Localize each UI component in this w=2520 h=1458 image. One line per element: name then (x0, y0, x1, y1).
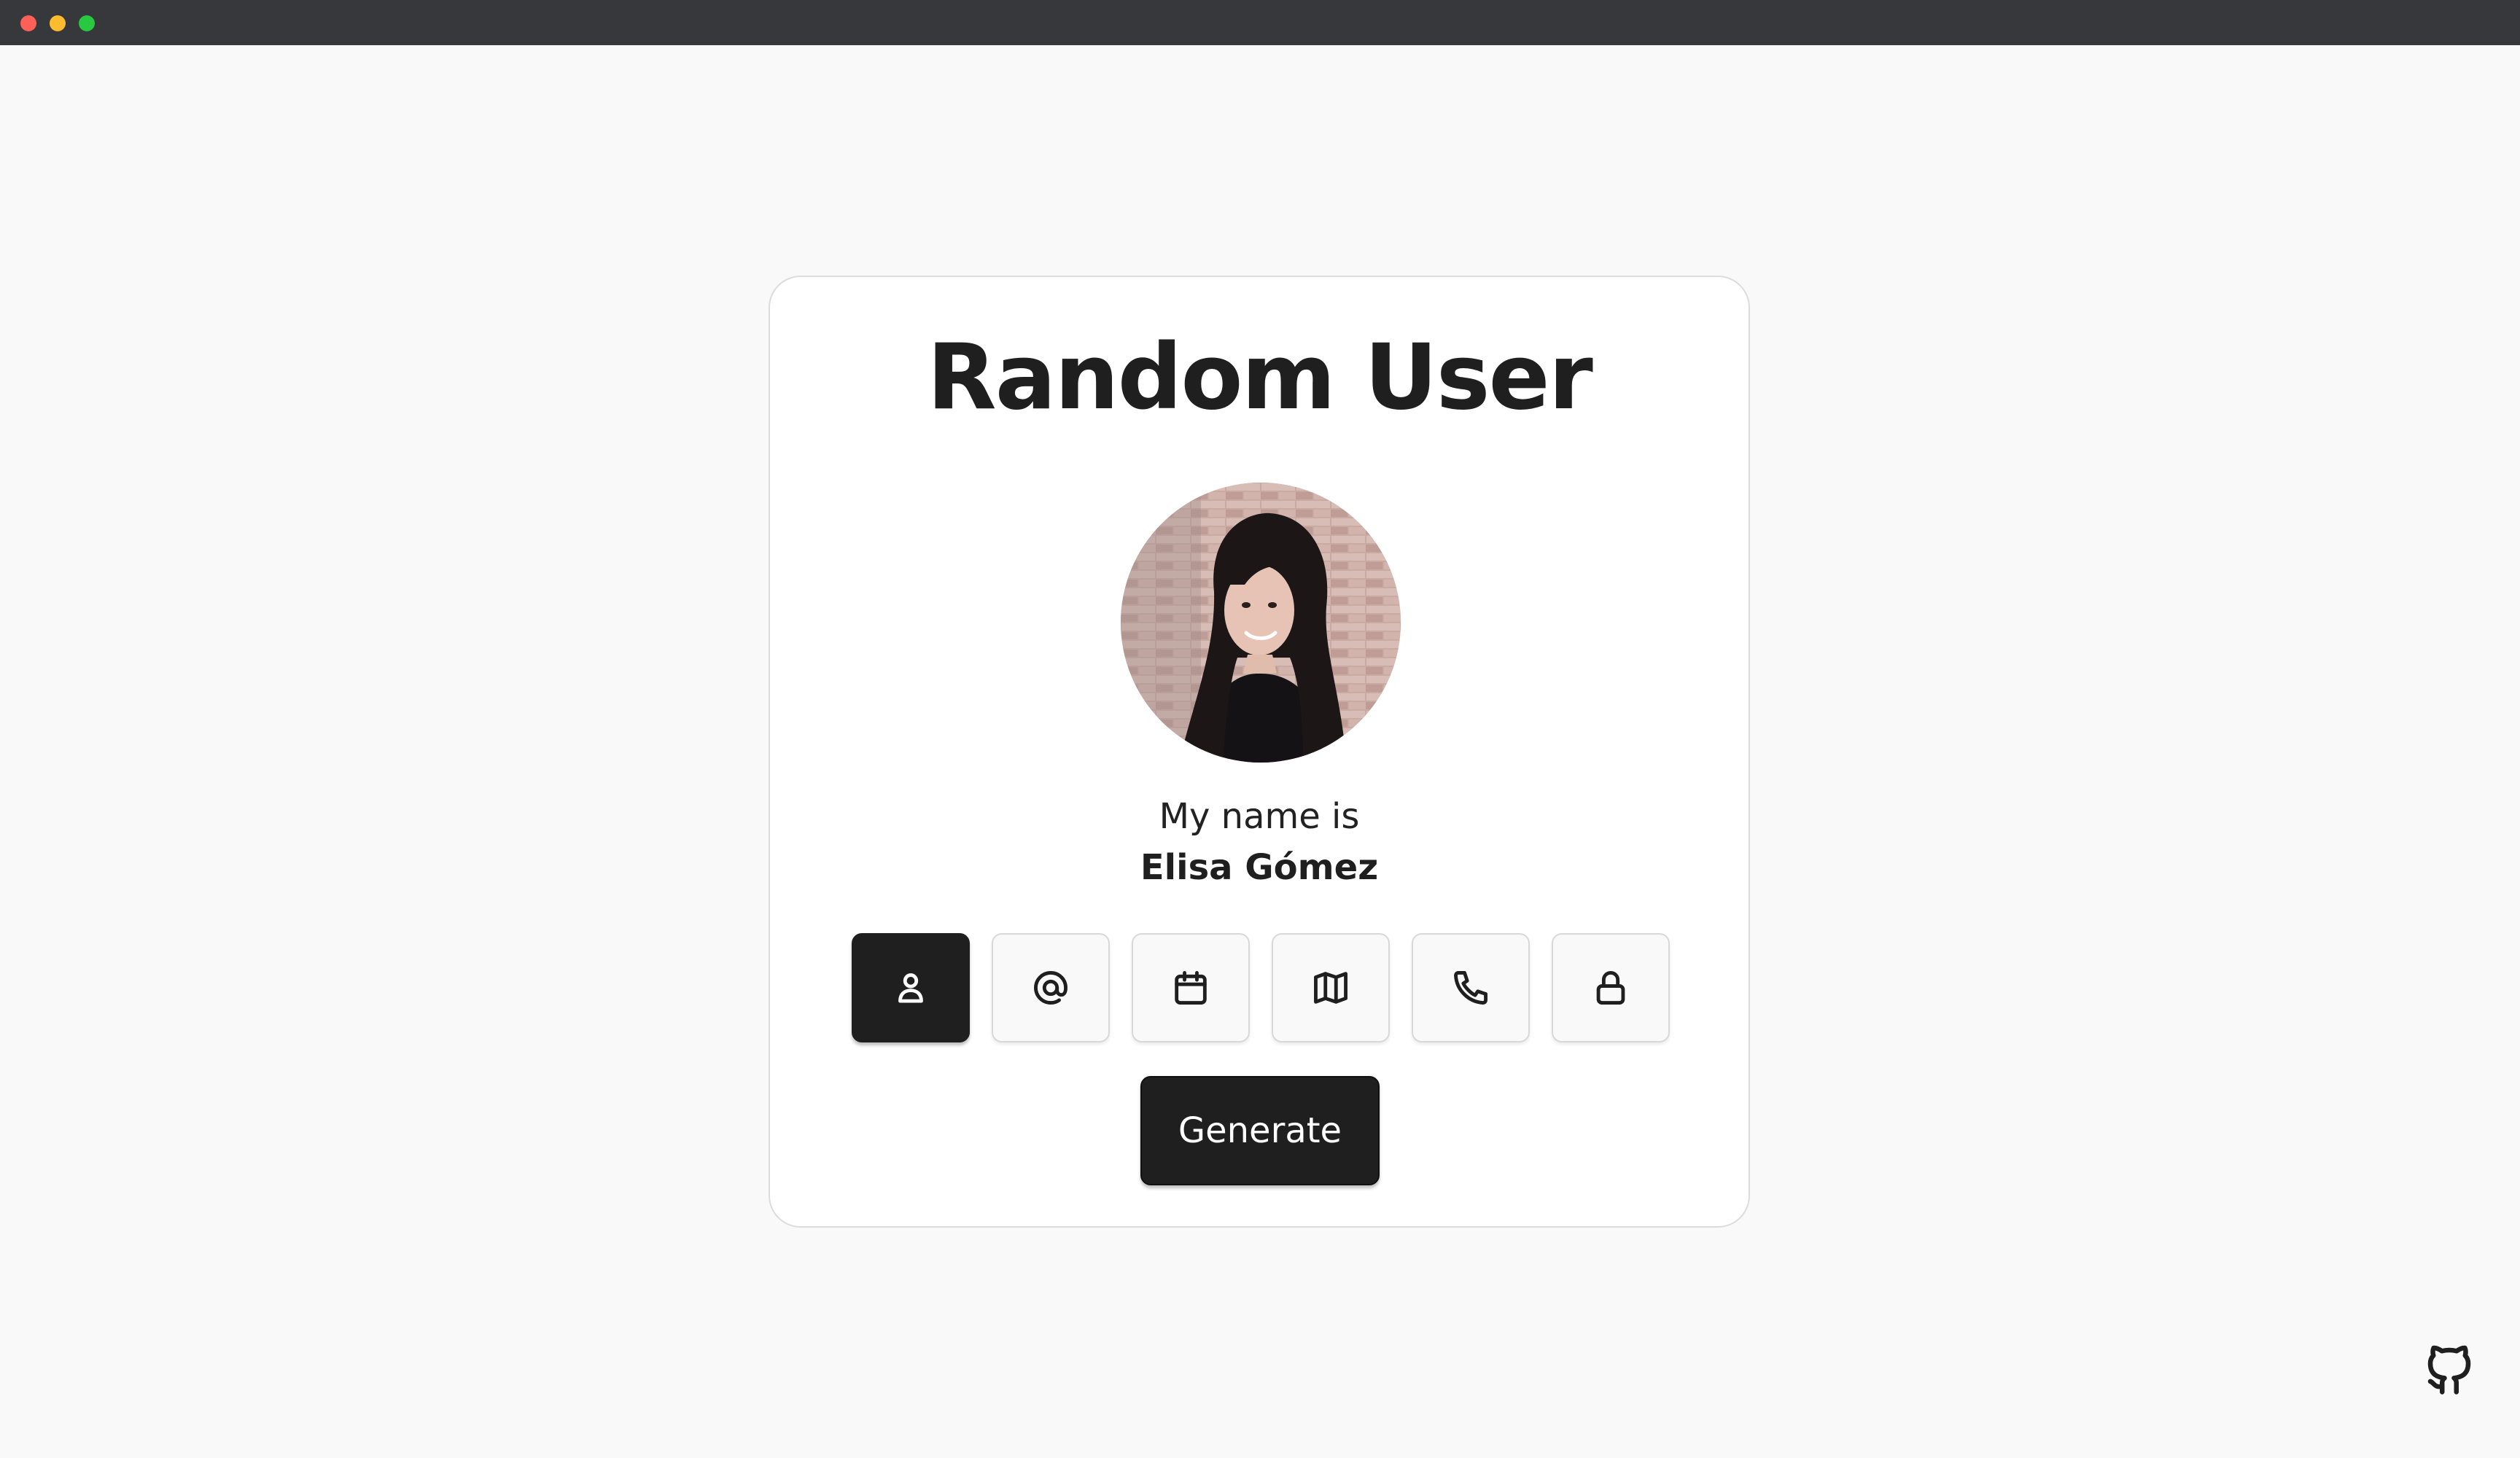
avatar-image (1121, 483, 1401, 763)
page-title: Random User (927, 325, 1593, 430)
info-title: My name is (1159, 796, 1360, 837)
info-tabs (852, 933, 1671, 1042)
close-window-button[interactable] (20, 15, 36, 31)
generate-button[interactable]: Generate (1140, 1076, 1380, 1185)
calendar-icon (1175, 971, 1207, 1005)
tab-password[interactable] (1552, 933, 1670, 1042)
user-icon (898, 973, 923, 1003)
tab-address[interactable] (1272, 933, 1390, 1042)
tab-phone[interactable] (1412, 933, 1530, 1042)
github-icon (2427, 1345, 2471, 1395)
tab-name[interactable] (852, 933, 970, 1042)
tab-birthday[interactable] (1132, 933, 1250, 1042)
github-link[interactable] (2421, 1340, 2478, 1397)
lock-icon (1596, 971, 1625, 1005)
minimize-window-button[interactable] (50, 15, 66, 31)
window-titlebar (0, 0, 2520, 45)
random-user-card: Random User My name is Elisa Gómez Gener… (769, 276, 1750, 1228)
phone-icon (1454, 971, 1488, 1005)
info-value: Elisa Gómez (1140, 847, 1379, 888)
avatar (1121, 483, 1401, 763)
maximize-window-button[interactable] (79, 15, 95, 31)
tab-email[interactable] (992, 933, 1110, 1042)
map-icon (1314, 972, 1348, 1004)
at-sign-icon (1034, 971, 1068, 1005)
